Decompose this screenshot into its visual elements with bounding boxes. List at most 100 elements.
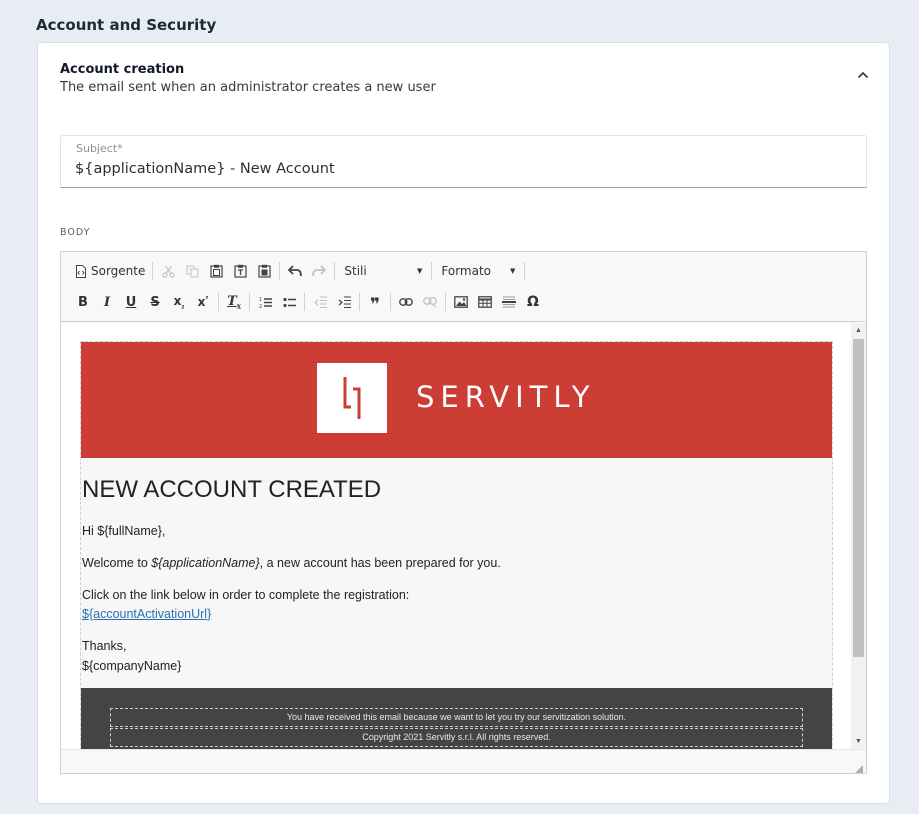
triangle-up-icon: ▲ bbox=[855, 327, 862, 334]
cut-icon bbox=[162, 265, 175, 278]
email-banner: SERVITLY bbox=[81, 342, 832, 458]
scroll-thumb[interactable] bbox=[853, 339, 864, 657]
toolbar-separator bbox=[279, 262, 281, 280]
format-label: Formato bbox=[441, 264, 492, 278]
editor-toolbar: Sorgente Stili ▼ Formato ▼ B I U S x₂ x²… bbox=[61, 252, 866, 322]
outdent-icon bbox=[313, 295, 327, 308]
resize-grip-icon bbox=[855, 765, 863, 773]
card-subtitle: The email sent when an administrator cre… bbox=[60, 80, 436, 95]
copy-button[interactable] bbox=[180, 259, 204, 283]
table-icon bbox=[478, 296, 492, 308]
subject-input[interactable] bbox=[75, 158, 845, 180]
paste-button[interactable] bbox=[204, 259, 228, 283]
body-label: BODY bbox=[60, 227, 91, 238]
special-char-button[interactable]: Ω bbox=[521, 290, 545, 314]
strikethrough-button[interactable]: S bbox=[143, 290, 167, 314]
superscript-icon: x² bbox=[197, 295, 209, 309]
cut-button[interactable] bbox=[156, 259, 180, 283]
numbered-list-icon: 1 2 bbox=[259, 297, 272, 309]
scroll-down-button[interactable]: ▼ bbox=[851, 734, 866, 749]
underline-icon: U bbox=[125, 294, 137, 310]
chevron-down-icon: ▼ bbox=[416, 267, 423, 275]
email-signature: ${companyName} bbox=[82, 659, 182, 673]
italic-icon: I bbox=[103, 294, 111, 310]
bulleted-list-button[interactable] bbox=[277, 290, 301, 314]
underline-button[interactable]: U bbox=[119, 290, 143, 314]
welcome-prefix: Welcome to bbox=[82, 556, 152, 570]
email-heading: NEW ACCOUNT CREATED bbox=[82, 476, 382, 503]
toolbar-separator bbox=[334, 262, 336, 280]
horizontal-line-icon bbox=[502, 296, 516, 308]
indent-icon bbox=[338, 295, 351, 308]
bold-icon: B bbox=[78, 294, 88, 310]
servitly-logo bbox=[317, 363, 387, 433]
activation-link[interactable]: ${accountActivationUrl} bbox=[82, 607, 211, 621]
paste-word-button[interactable] bbox=[252, 259, 276, 283]
redo-icon bbox=[312, 265, 327, 277]
chevron-down-icon: ▼ bbox=[509, 267, 516, 275]
link-icon bbox=[399, 298, 413, 306]
remove-format-button[interactable]: Tx bbox=[222, 290, 246, 314]
numbered-list-button[interactable]: 1 2 bbox=[253, 290, 277, 314]
toolbar-separator bbox=[445, 293, 446, 311]
unlink-button[interactable] bbox=[418, 290, 442, 314]
subject-field[interactable]: Subject* bbox=[60, 135, 867, 188]
toolbar-separator bbox=[390, 293, 391, 311]
link-button[interactable] bbox=[394, 290, 418, 314]
redo-button[interactable] bbox=[307, 259, 331, 283]
toolbar-separator bbox=[359, 293, 360, 311]
svg-text:2: 2 bbox=[259, 304, 262, 309]
outdent-button[interactable] bbox=[308, 290, 332, 314]
bold-button[interactable]: B bbox=[71, 290, 95, 314]
special-char-icon: Ω bbox=[527, 294, 539, 310]
editor-scrollbar[interactable]: ▲ ▼ bbox=[851, 323, 866, 749]
toolbar-row-2: B I U S x₂ x² Tx 1 2 ❞ Ω bbox=[71, 290, 545, 314]
styles-label: Stili bbox=[344, 264, 367, 278]
format-dropdown[interactable]: Formato ▼ bbox=[435, 260, 521, 282]
superscript-button[interactable]: x² bbox=[191, 290, 215, 314]
card-title: Account creation bbox=[60, 62, 185, 77]
toolbar-separator bbox=[524, 262, 526, 280]
styles-dropdown[interactable]: Stili ▼ bbox=[338, 260, 428, 282]
indent-button[interactable] bbox=[332, 290, 356, 314]
source-button[interactable]: Sorgente bbox=[71, 259, 149, 283]
toolbar-separator bbox=[249, 293, 250, 311]
email-footer: You have received this email because we … bbox=[81, 688, 832, 749]
svg-text:1: 1 bbox=[259, 297, 262, 303]
table-button[interactable] bbox=[473, 290, 497, 314]
collapse-button[interactable] bbox=[855, 67, 871, 83]
italic-button[interactable]: I bbox=[95, 290, 119, 314]
brand-name: SERVITLY bbox=[416, 380, 596, 414]
toolbar-separator bbox=[304, 293, 305, 311]
image-button[interactable] bbox=[449, 290, 473, 314]
toolbar-separator bbox=[218, 293, 219, 311]
undo-icon bbox=[288, 265, 303, 277]
triangle-down-icon: ▼ bbox=[855, 738, 862, 745]
editor-content[interactable]: SERVITLY NEW ACCOUNT CREATED Hi ${fullNa… bbox=[61, 323, 851, 749]
scroll-up-button[interactable]: ▲ bbox=[851, 323, 866, 338]
email-thanks: Thanks, bbox=[82, 639, 127, 653]
strikethrough-icon: S bbox=[150, 294, 160, 310]
welcome-app-name: ${applicationName} bbox=[151, 556, 260, 570]
source-icon bbox=[76, 264, 86, 278]
copy-icon bbox=[186, 265, 199, 277]
horizontal-line-button[interactable] bbox=[497, 290, 521, 314]
subscript-icon: x₂ bbox=[173, 293, 185, 311]
email-instructions: Click on the link below in order to comp… bbox=[82, 588, 410, 602]
footer-notice: You have received this email because we … bbox=[110, 708, 803, 727]
rich-text-editor: Sorgente Stili ▼ Formato ▼ B I U S x₂ x²… bbox=[60, 251, 867, 774]
logo-mark-icon bbox=[343, 377, 361, 419]
toolbar-separator bbox=[431, 262, 433, 280]
chevron-up-icon bbox=[857, 71, 869, 79]
paste-icon bbox=[210, 264, 223, 278]
subscript-button[interactable]: x₂ bbox=[167, 290, 191, 314]
toolbar-row-1: Sorgente Stili ▼ Formato ▼ bbox=[71, 259, 528, 283]
remove-format-icon: Tx bbox=[227, 293, 241, 311]
unlink-icon bbox=[423, 297, 437, 307]
blockquote-button[interactable]: ❞ bbox=[363, 290, 387, 314]
email-preview: SERVITLY NEW ACCOUNT CREATED Hi ${fullNa… bbox=[80, 341, 833, 749]
undo-button[interactable] bbox=[283, 259, 307, 283]
paste-text-button[interactable] bbox=[228, 259, 252, 283]
blockquote-icon: ❞ bbox=[370, 295, 380, 315]
resize-handle[interactable] bbox=[853, 760, 863, 773]
